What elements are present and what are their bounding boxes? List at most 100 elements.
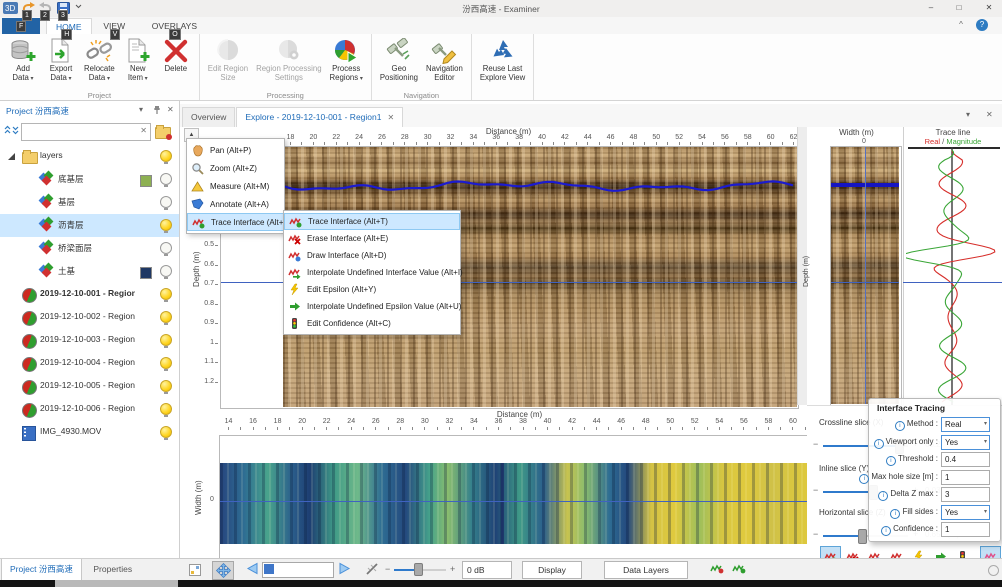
tree-item[interactable]: 土基	[0, 260, 179, 283]
menu-item[interactable]: Edit Epsilon (Alt+Y)	[284, 281, 460, 298]
info-icon[interactable]: i	[859, 474, 869, 484]
position-scrollbar-thumb[interactable]	[264, 564, 274, 574]
menu-item[interactable]: Erase Interface (Alt+E)	[284, 230, 460, 247]
slice-minus[interactable]: −	[813, 439, 818, 449]
delete-button[interactable]: Delete	[157, 36, 195, 89]
tracing-field-select[interactable]: Real▾	[941, 417, 990, 432]
panel-dropdown-icon[interactable]: ▾	[139, 105, 143, 114]
tracing-field-input[interactable]: 3	[941, 487, 990, 502]
gain-minus[interactable]: −	[385, 564, 390, 574]
search-clear-icon[interactable]: ✕	[140, 126, 147, 135]
new-item-button[interactable]: NewItem ▾	[119, 36, 157, 89]
ribbon-collapse-icon[interactable]: ^	[952, 18, 970, 32]
gain-curve-icon[interactable]	[365, 562, 379, 576]
layer-color-swatch[interactable]	[140, 267, 152, 279]
menu-item[interactable]: Trace Interface (Alt+T)	[187, 213, 284, 231]
geo-positioning-button[interactable]: GeoPositioning	[376, 36, 422, 89]
trace-tool-a-icon[interactable]	[710, 562, 724, 575]
reuse-view-button[interactable]: Reuse LastExplore View	[476, 36, 529, 89]
menu-item[interactable]: Pan (Alt+P)	[187, 141, 284, 159]
tree-item[interactable]: 2019-12-10-002 - Region1	[0, 306, 179, 329]
tree-item[interactable]: 2019-12-10-001 - Region1	[0, 283, 179, 306]
tree-item[interactable]: IMG_4930.MOV	[0, 421, 179, 444]
plan-view[interactable]	[219, 435, 822, 559]
slice-slider-handle[interactable]	[858, 529, 867, 544]
info-icon[interactable]: i	[895, 421, 905, 431]
info-icon[interactable]: i	[890, 509, 900, 519]
tracing-field-select[interactable]: Yes▾	[941, 505, 990, 520]
data-layers-button[interactable]: Data Layers	[604, 561, 688, 579]
gain-value-input[interactable]: 0 dB	[462, 561, 512, 579]
export-data-button[interactable]: ExportData ▾	[42, 36, 80, 89]
pan-tool-button[interactable]	[212, 561, 234, 580]
info-icon[interactable]: i	[881, 526, 891, 536]
visibility-bulb-icon[interactable]	[160, 380, 171, 393]
info-icon[interactable]: i	[886, 456, 896, 466]
navigation-editor-button[interactable]: NavigationEditor	[422, 36, 467, 89]
tab-close-icon[interactable]: ✕	[387, 113, 394, 122]
dock-tab-project[interactable]: Project 汾西高速	[1, 559, 82, 581]
panel-pin-icon[interactable]	[153, 105, 161, 114]
visibility-bulb-icon[interactable]	[160, 196, 171, 209]
visibility-bulb-icon[interactable]	[160, 242, 171, 255]
relocate-data-button[interactable]: RelocateData ▾	[80, 36, 119, 89]
position-scrollbar[interactable]	[262, 562, 334, 578]
add-data-button[interactable]: AddData ▾	[4, 36, 42, 89]
close-button[interactable]: ✕	[980, 1, 998, 15]
tree-item[interactable]: 2019-12-10-006 - Region1	[0, 398, 179, 421]
visibility-bulb-icon[interactable]	[160, 288, 171, 301]
tree-item[interactable]: 基层	[0, 191, 179, 214]
visibility-bulb-icon[interactable]	[160, 334, 171, 347]
tree-item[interactable]: 底基层	[0, 168, 179, 191]
tree-expander-icon[interactable]	[8, 153, 15, 160]
menu-item[interactable]: Zoom (Alt+Z)	[187, 159, 284, 177]
doc-close-icon[interactable]: ✕	[986, 110, 993, 119]
layer-color-swatch[interactable]	[140, 175, 152, 187]
doc-tab[interactable]: Overview	[182, 107, 235, 127]
menu-item[interactable]: Measure (Alt+M)	[187, 177, 284, 195]
next-slice-icon[interactable]	[338, 562, 351, 575]
menu-item[interactable]: Annotate (Alt+A)	[187, 195, 284, 213]
collapse-all-icon[interactable]	[4, 125, 11, 137]
tracing-field-input[interactable]: 1	[941, 470, 990, 485]
menu-item[interactable]: Trace Interface (Alt+T)	[284, 213, 460, 230]
visibility-bulb-icon[interactable]	[160, 426, 171, 439]
gain-plus[interactable]: +	[450, 564, 455, 574]
gain-slider-handle[interactable]	[414, 563, 423, 576]
tree-item[interactable]: layers	[0, 145, 179, 168]
visibility-bulb-icon[interactable]	[160, 265, 171, 278]
info-icon[interactable]: i	[878, 491, 888, 501]
tracing-field-input[interactable]: 1	[941, 522, 990, 537]
tree-item[interactable]: 沥青层	[0, 214, 179, 237]
minimize-button[interactable]: –	[922, 1, 940, 15]
visibility-bulb-icon[interactable]	[160, 150, 171, 163]
display-button[interactable]: Display	[522, 561, 582, 579]
tracing-field-select[interactable]: Yes▾	[941, 435, 990, 450]
doc-tab[interactable]: Explore - 2019-12-10-001 - Region1✕	[236, 107, 403, 127]
tracing-field-input[interactable]: 0.4	[941, 452, 990, 467]
tree-item[interactable]: 2019-12-10-004 - Region1	[0, 352, 179, 375]
visibility-bulb-icon[interactable]	[160, 403, 171, 416]
prev-slice-icon[interactable]	[246, 562, 259, 575]
trace-line-view[interactable]	[906, 147, 1002, 405]
maximize-button[interactable]: □	[950, 1, 968, 15]
doc-dropdown-icon[interactable]: ▾	[966, 110, 970, 119]
file-tab[interactable]: F	[2, 18, 40, 34]
search-input[interactable]: ✕	[21, 123, 151, 141]
panel-close-icon[interactable]: ✕	[167, 105, 174, 114]
slice-minus[interactable]: −	[813, 485, 818, 495]
tree-item[interactable]: 2019-12-10-003 - Region1	[0, 329, 179, 352]
info-icon[interactable]: i	[874, 439, 884, 449]
visibility-bulb-icon[interactable]	[160, 219, 171, 232]
menu-item[interactable]: Draw Interface (Alt+D)	[284, 247, 460, 264]
overview-toggle-icon[interactable]	[188, 563, 202, 577]
dock-tab-properties[interactable]: Properties	[85, 559, 140, 580]
tree-item[interactable]: 桥梁面层	[0, 237, 179, 260]
crossline-view[interactable]	[830, 146, 902, 407]
menu-item[interactable]: Edit Confidence (Alt+C)	[284, 315, 460, 332]
filter-folder-icon[interactable]	[155, 124, 171, 139]
process-regions-button[interactable]: ProcessRegions ▾	[326, 36, 367, 89]
menu-item[interactable]: Interpolate Undefined Interface Value (A…	[284, 264, 460, 281]
visibility-bulb-icon[interactable]	[160, 357, 171, 370]
slice-minus[interactable]: −	[813, 529, 818, 539]
